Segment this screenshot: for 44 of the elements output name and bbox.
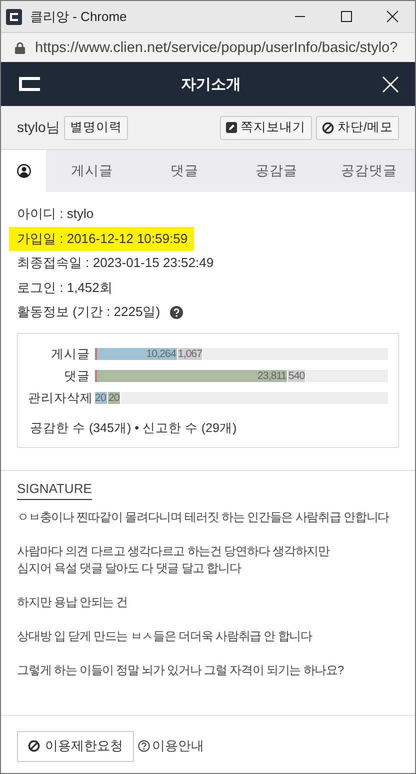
info-text: 로그인 : 1,452회: [16, 278, 114, 297]
user-icon: [16, 164, 30, 178]
user-button[interactable]: 차단/메모: [316, 116, 399, 140]
report-button[interactable]: 이용제한요청: [17, 730, 134, 762]
info-text: 가입일 : 2016-12-12 10:59:59: [9, 226, 194, 251]
user-name: stylo님: [17, 118, 60, 136]
bar-segment: 20: [95, 392, 108, 404]
signature-text: 하지만 용납 안되는 건: [17, 594, 129, 610]
bar-segment: 1,067: [178, 348, 204, 360]
tab[interactable]: 댓글: [138, 150, 230, 192]
guide-link[interactable]: 이용안내: [138, 737, 204, 755]
close-icon[interactable]: [382, 76, 399, 92]
info-text: 활동정보 (기간 : 2225일): [16, 303, 162, 322]
app-icon: [6, 8, 22, 24]
signature-text: ㅇㅂ충이나 찐따같이 몰려다니며 테러짓 하는 인간들은 사람취급 안합니다: [17, 508, 390, 526]
stat-label: 게시글: [50, 346, 90, 362]
bar-segment: 20: [108, 392, 122, 404]
user-button[interactable]: 별명이력: [64, 116, 128, 140]
lock-icon: [15, 42, 25, 54]
bar-segment: 10,264: [95, 348, 178, 360]
tab[interactable]: [1, 150, 46, 192]
bar-segment: 23,811: [95, 370, 288, 382]
logo-icon: [19, 77, 40, 91]
signature-text: 그렇게 하는 이들이 정말 뇌가 있거나 그럴 자격이 되기는 하나요?: [17, 662, 345, 678]
signature-text: 상대방 입 닫게 만드는 ㅂㅅ들은 더더욱 사람취급 안 합니다: [17, 628, 314, 644]
pencil-icon: [226, 122, 237, 133]
stat-label: 관리자삭제: [28, 390, 90, 406]
user-button[interactable]: 쪽지보내기: [220, 116, 312, 140]
info-text: 최종접속일 : 2023-01-15 23:52:49: [16, 254, 215, 272]
bar-segment: 540: [288, 370, 306, 382]
info-text: 아이디 : stylo: [16, 205, 95, 224]
block-icon: [322, 122, 334, 134]
help-icon: [138, 740, 150, 752]
summary-text: 공감한 수 (345개) • 신고한 수 (29개): [29, 420, 238, 436]
stat-label: 댓글: [63, 368, 90, 384]
tab[interactable]: 공감글: [230, 150, 323, 192]
tab[interactable]: 게시글: [46, 150, 138, 192]
window-title: 클리앙 - Chrome: [30, 8, 128, 26]
tab[interactable]: 공감댓글: [322, 150, 415, 192]
signature-text: 사람마다 의견 다르고 생각다르고 하는건 당연하다 생각하지만 심지어 욕설 댓글 달아도 다 댓글 달고 합니다: [17, 542, 331, 576]
help-icon[interactable]: [170, 306, 184, 319]
section-title: SIGNATURE: [17, 480, 92, 500]
block-icon: [28, 740, 40, 752]
page-title: 자기소개: [180, 74, 242, 94]
